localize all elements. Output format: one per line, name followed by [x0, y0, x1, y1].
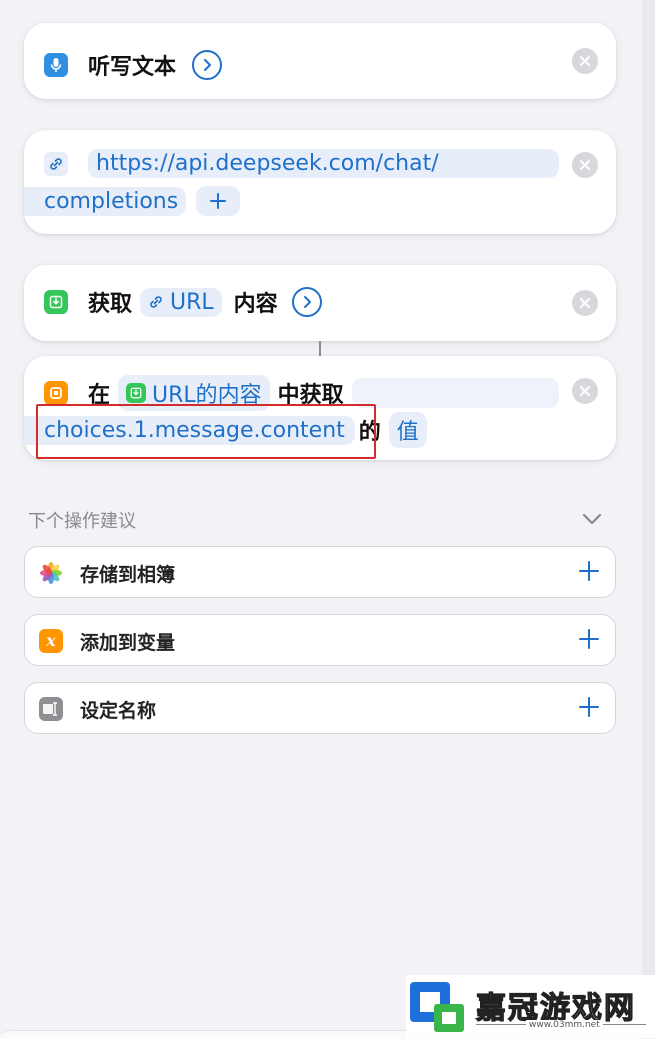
action-suffix: 内容	[233, 292, 278, 317]
plus-icon[interactable]	[577, 627, 601, 651]
url-action[interactable]: https://api.deepseek.com/chat/ completio…	[24, 130, 616, 234]
text-icon	[39, 697, 63, 721]
highlight-box	[36, 404, 376, 459]
download-icon	[44, 290, 68, 314]
action-title: 获取	[88, 292, 133, 317]
suggestion-label: 添加到变量	[80, 632, 176, 654]
plus-icon[interactable]	[577, 695, 601, 719]
remove-action-button[interactable]	[572, 48, 598, 74]
connector-line	[319, 341, 321, 356]
expand-chevron-icon[interactable]	[291, 287, 322, 317]
link-icon	[150, 296, 162, 308]
suggestion-set-name[interactable]: 设定名称	[24, 682, 616, 734]
variable-icon: x	[39, 629, 63, 653]
key-field-background	[351, 378, 559, 408]
dictate-text-action[interactable]: 听写文本	[24, 23, 616, 99]
scroll-edge	[642, 0, 655, 1038]
dictionary-icon	[44, 381, 68, 405]
url-value-line2[interactable]: completions	[44, 189, 178, 214]
chevron-down-icon[interactable]	[582, 513, 602, 525]
site-watermark: 嘉冠游戏网 www.03mm.net	[406, 975, 655, 1038]
watermark-url: www.03mm.net	[526, 1020, 603, 1030]
site-logo-icon	[410, 982, 464, 1032]
expand-chevron-icon[interactable]	[192, 50, 223, 80]
url-variable-token[interactable]: URL	[140, 287, 222, 317]
suggestion-add-to-variable[interactable]: x 添加到变量	[24, 614, 616, 666]
remove-action-button[interactable]	[572, 290, 598, 316]
plus-icon[interactable]	[577, 559, 601, 583]
shortcut-editor: 听写文本 https://api.deepseek.com/chat/ comp…	[0, 0, 642, 1039]
get-contents-action[interactable]: 获取 URL 内容	[24, 265, 616, 341]
suggestion-label: 设定名称	[80, 700, 157, 722]
suggestion-save-to-album[interactable]: 存储到相簿	[24, 546, 616, 598]
remove-action-button[interactable]	[572, 378, 598, 404]
microphone-icon	[44, 53, 68, 77]
plus-icon	[210, 193, 227, 209]
photos-icon	[39, 561, 63, 585]
suggestions-header[interactable]: 下个操作建议	[28, 507, 604, 533]
download-icon	[126, 383, 147, 403]
link-icon	[44, 151, 68, 176]
value-token[interactable]: 值	[388, 412, 427, 448]
suggestions-title: 下个操作建议	[28, 511, 136, 532]
remove-action-button[interactable]	[572, 152, 598, 178]
url-value-line1[interactable]: https://api.deepseek.com/chat/	[96, 151, 439, 176]
action-title: 听写文本	[88, 55, 177, 80]
add-variable-button[interactable]	[196, 186, 241, 216]
suggestion-label: 存储到相簿	[80, 564, 176, 586]
